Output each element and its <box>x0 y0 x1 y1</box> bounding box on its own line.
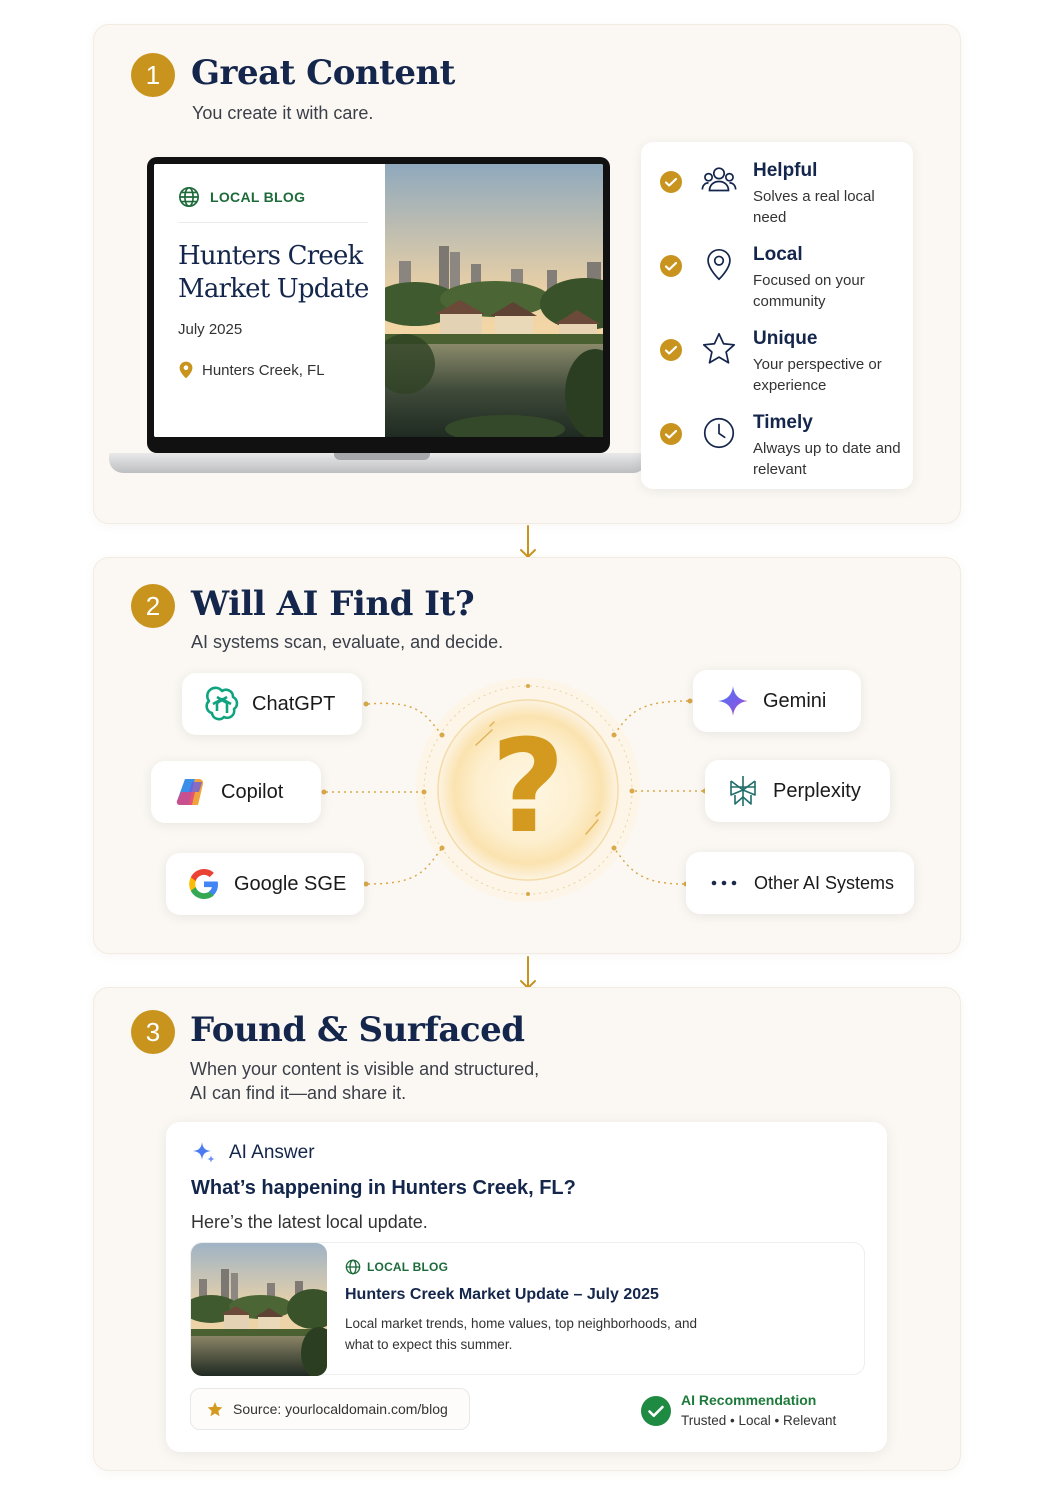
sparkle-icon <box>193 1142 215 1163</box>
ai-system-label: Google SGE <box>234 872 347 895</box>
result-tag-label: LOCAL BLOG <box>367 1260 449 1274</box>
ai-system-label: Copilot <box>221 780 284 803</box>
gemini-icon <box>718 686 748 716</box>
more-dots-icon <box>711 880 737 886</box>
ai-system-label: Other AI Systems <box>754 872 895 893</box>
ai-answer-header: AI Answer <box>191 1140 315 1166</box>
check-circle-icon <box>641 1396 671 1426</box>
chatgpt-icon <box>205 686 239 721</box>
search-result-card[interactable]: LOCAL BLOG Hunters Creek Market Update –… <box>190 1242 865 1376</box>
step3-subtitle-line2: AI can find it—and share it. <box>190 1083 407 1103</box>
question-mark-symbol: ? <box>490 713 566 862</box>
ai-system-copilot[interactable]: Copilot <box>151 761 321 823</box>
copilot-icon <box>176 778 204 806</box>
result-description: Local market trends, home values, top ne… <box>345 1316 697 1352</box>
globe-icon <box>345 1259 361 1275</box>
arrow-down-icon <box>520 956 536 990</box>
google-icon <box>189 869 218 899</box>
result-title[interactable]: Hunters Creek Market Update – July 2025 <box>345 1286 659 1304</box>
recommendation-title: AI Recommendation <box>681 1392 817 1408</box>
ai-system-chatgpt[interactable]: ChatGPT <box>182 673 362 735</box>
source-link[interactable]: Source: yourlocaldomain.com/blog <box>190 1388 470 1430</box>
ai-answer-question: What’s happening in Hunters Creek, FL? <box>191 1177 576 1199</box>
recommendation-subtitle: Trusted • Local • Relevant <box>681 1413 837 1428</box>
ai-system-gemini[interactable]: Gemini <box>693 670 861 732</box>
ai-answer-label: AI Answer <box>229 1142 315 1163</box>
ai-system-perplexity[interactable]: Perplexity <box>705 760 890 822</box>
step3-title: Found & Surfaced <box>190 1010 525 1050</box>
step3-number-badge: 3 <box>131 1010 175 1054</box>
ai-recommendation: AI Recommendation Trusted • Local • Rele… <box>640 1392 870 1432</box>
ai-system-google-sge[interactable]: Google SGE <box>166 853 364 915</box>
star-icon <box>207 1402 223 1417</box>
result-tag: LOCAL BLOG <box>345 1259 448 1275</box>
source-label: Source: yourlocaldomain.com/blog <box>233 1401 448 1417</box>
ai-system-label: ChatGPT <box>252 692 336 715</box>
step3-subtitle-line1: When your content is visible and structu… <box>190 1059 540 1079</box>
ai-system-label: Perplexity <box>773 779 861 802</box>
ai-system-other[interactable]: Other AI Systems <box>686 852 914 914</box>
perplexity-icon <box>730 776 756 806</box>
ai-system-label: Gemini <box>763 689 827 712</box>
result-thumbnail <box>191 1243 327 1376</box>
ai-answer-card: AI Answer What’s happening in Hunters Cr… <box>166 1122 887 1452</box>
ai-answer-reply: Here’s the latest local update. <box>191 1212 428 1232</box>
